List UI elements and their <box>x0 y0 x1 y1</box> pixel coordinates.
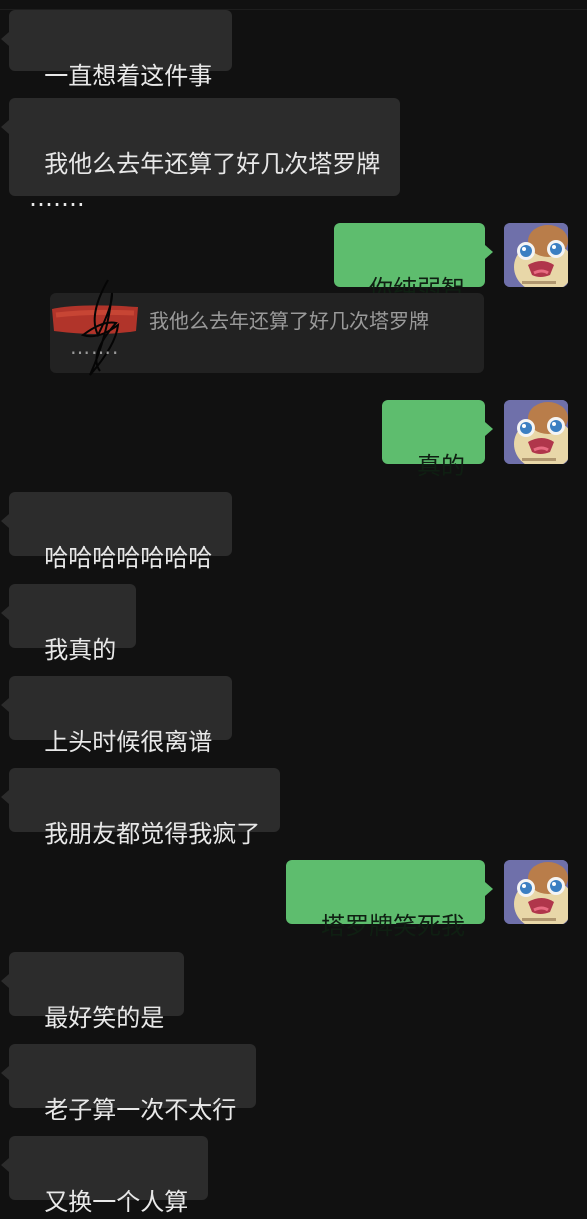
incoming-message[interactable]: 我他么去年还算了好几次塔罗牌 ……. <box>0 98 401 212</box>
incoming-message[interactable]: 哈哈哈哈哈哈哈 <box>0 492 233 572</box>
message-text: 老子算一次不太行 <box>44 1096 237 1124</box>
incoming-message[interactable]: 我真的 <box>0 584 137 664</box>
quoted-message[interactable]: 我他么去年还算了好几次塔罗牌 ……. <box>50 279 484 376</box>
quoted-continuation: ……. <box>70 335 120 359</box>
message-text: 我真的 <box>44 636 117 664</box>
outgoing-message[interactable]: 你纯弱智 <box>333 223 494 303</box>
cartoon-avatar-icon <box>504 400 568 464</box>
cartoon-avatar-icon <box>504 223 568 287</box>
incoming-message[interactable]: 最好笑的是 <box>0 952 185 1032</box>
avatar[interactable] <box>504 400 568 464</box>
incoming-message[interactable]: 一直想着这件事 <box>0 10 233 90</box>
message-text: 我朋友都觉得我疯了 <box>44 820 261 848</box>
message-text: 一直想着这件事 <box>44 62 213 90</box>
message-text: 哈哈哈哈哈哈哈 <box>44 544 213 572</box>
avatar[interactable] <box>504 860 568 924</box>
scribble-mark <box>80 279 120 376</box>
outgoing-message[interactable]: 塔罗牌笑死我 <box>285 860 494 940</box>
message-text: 真的 <box>417 452 465 480</box>
cartoon-avatar-icon <box>504 860 568 924</box>
message-text: 塔罗牌笑死我 <box>321 912 465 940</box>
quoted-text: 我他么去年还算了好几次塔罗牌 <box>149 309 429 333</box>
incoming-message[interactable]: 又换一个人算 <box>0 1136 209 1216</box>
incoming-message[interactable]: 我朋友都觉得我疯了 <box>0 768 281 848</box>
incoming-message[interactable]: 上头时候很离谱 <box>0 676 233 756</box>
message-text: 最好笑的是 <box>44 1004 165 1032</box>
message-text: 上头时候很离谱 <box>44 728 213 756</box>
message-text: 又换一个人算 <box>44 1188 189 1216</box>
incoming-message[interactable]: 老子算一次不太行 <box>0 1044 257 1124</box>
avatar[interactable] <box>504 223 568 287</box>
message-text: 我他么去年还算了好几次塔罗牌 ……. <box>29 150 381 212</box>
outgoing-message[interactable]: 真的 <box>381 400 494 480</box>
